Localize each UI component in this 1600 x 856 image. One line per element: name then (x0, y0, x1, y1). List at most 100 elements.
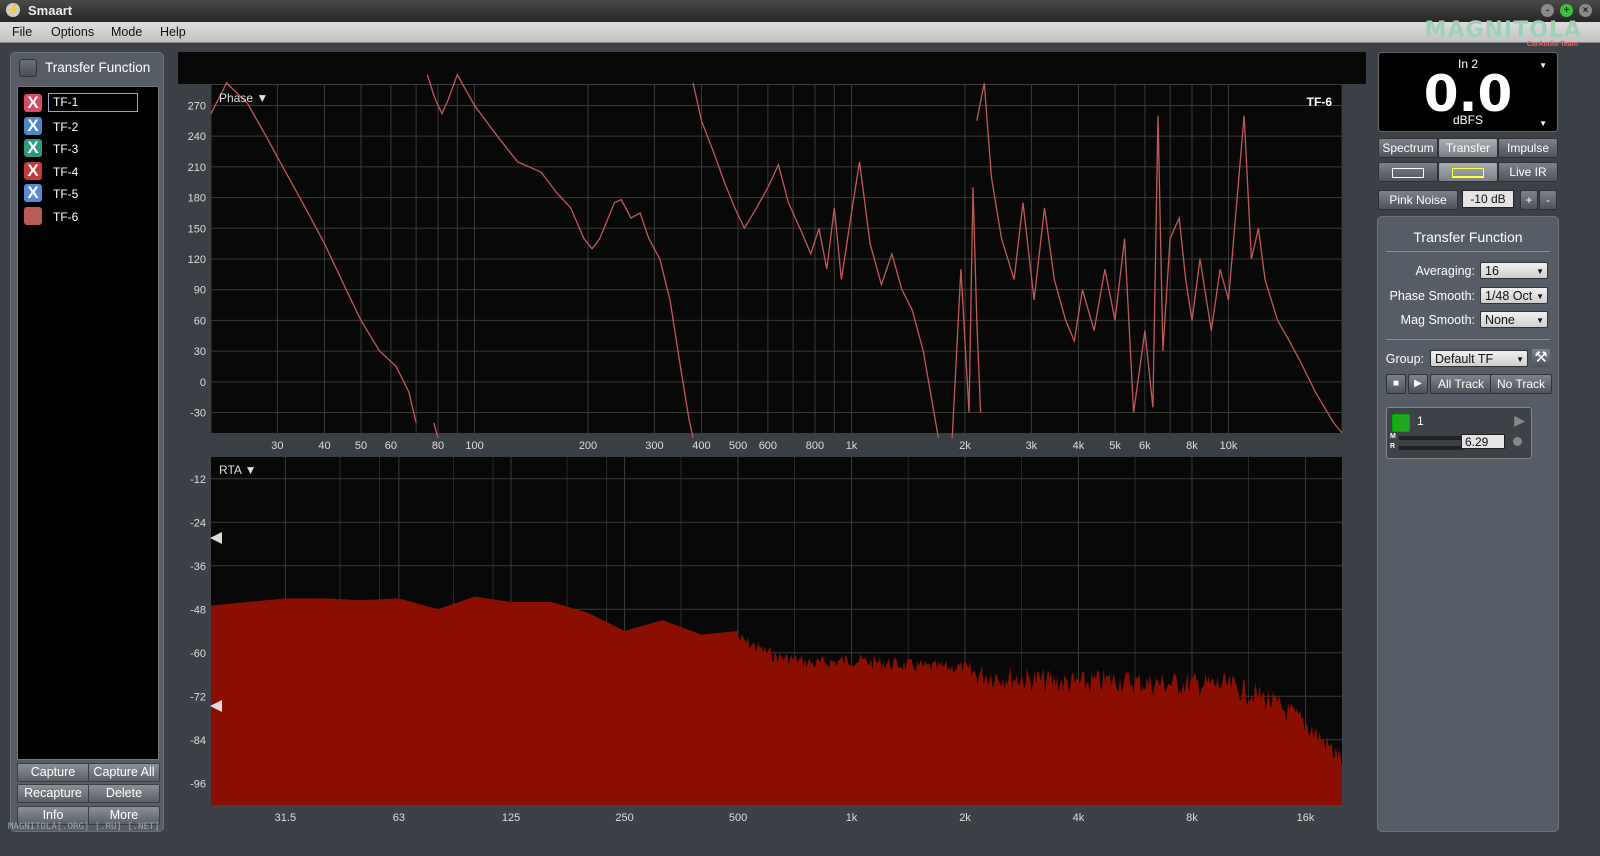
capture-button[interactable]: Capture (17, 763, 89, 782)
rta-x-tick: 31.5 (275, 812, 296, 824)
menu-help[interactable]: Help (160, 25, 186, 39)
tf-item-6[interactable]: TF-6 (24, 207, 154, 227)
tf-item-3[interactable]: X TF-3 (24, 139, 154, 159)
divider (1386, 251, 1550, 252)
tf-toggle-icon[interactable]: X (24, 139, 42, 157)
tf-list: X TF-1 X TF-2 X TF-3 X TF-4 X TF-5 TF-6 (17, 86, 159, 760)
tf-item-label[interactable]: TF-1 (48, 93, 138, 112)
noise-level-down-button[interactable]: - (1539, 190, 1557, 210)
phase-y-tick: 180 (188, 193, 206, 205)
input-meter[interactable]: In 2 0.0 dBFS ▼ ▼ (1378, 52, 1558, 132)
track-meter-m (1399, 436, 1463, 440)
phase-x-tick: 30 (271, 440, 283, 452)
phase-plot-title[interactable]: Phase ▼ (219, 91, 268, 105)
tf-item-2[interactable]: X TF-2 (24, 117, 154, 137)
pink-noise-button[interactable]: Pink Noise (1378, 190, 1458, 210)
phase-y-tick: 0 (200, 377, 206, 389)
rta-plot-title[interactable]: RTA ▼ (219, 463, 256, 477)
tf-item-5[interactable]: X TF-5 (24, 184, 154, 204)
live-ir-button[interactable]: Live IR (1498, 162, 1558, 182)
tools-icon[interactable]: ⚒ (1532, 349, 1550, 367)
track-play-icon[interactable]: ▶ (1514, 412, 1525, 429)
dual-plot-layout-button[interactable] (1438, 162, 1498, 182)
rta-x-tick: 63 (393, 812, 405, 824)
phase-x-tick: 5k (1109, 440, 1121, 452)
track-m-label: M (1390, 433, 1396, 440)
dual-plot-icon (1452, 167, 1484, 178)
watermark-logo-sub: CarAudio Team (1526, 41, 1578, 48)
phase-trace-label: TF-6 (1307, 95, 1333, 109)
averaging-select[interactable]: 16 ▼ (1480, 262, 1548, 279)
plot-area: 270 240 210 180 150 120 90 60 30 0 -30 30 40 50 60 80 1… (176, 52, 1366, 832)
tf-toggle-icon[interactable]: X (24, 162, 42, 180)
tf-item-1[interactable]: X TF-1 (24, 93, 154, 114)
tf-toggle-icon[interactable]: X (24, 184, 42, 202)
transfer-function-panel: Transfer Function X TF-1 X TF-2 X TF-3 X… (10, 52, 164, 832)
phase-x-tick: 3k (1026, 440, 1038, 452)
tf-item-label: TF-5 (53, 187, 79, 201)
phase-x-tick: 400 (692, 440, 710, 452)
track-card[interactable]: 1 ▶ M R 6.29 (1386, 407, 1532, 459)
group-value: Default TF (1435, 352, 1494, 366)
phase-x-tick: 100 (465, 440, 483, 452)
track-delay-field[interactable]: 6.29 (1461, 434, 1505, 449)
phase-x-tick: 6k (1139, 440, 1151, 452)
group-select[interactable]: Default TF ▼ (1430, 350, 1528, 367)
tab-transfer[interactable]: Transfer (1438, 138, 1498, 158)
averaging-label: Averaging: (1415, 264, 1475, 278)
tab-spectrum[interactable]: Spectrum (1378, 138, 1438, 158)
divider (1386, 339, 1550, 340)
track-meter-r (1399, 446, 1463, 450)
meter-unit-dropdown-icon[interactable]: ▼ (1539, 119, 1547, 128)
rta-y-tick: -36 (190, 561, 206, 573)
plots-svg: 2702402101801501209060300-30 30 40 50 60 80 1… (178, 73, 1366, 832)
delete-button[interactable]: Delete (88, 784, 160, 803)
tf-toggle-icon[interactable] (24, 207, 42, 225)
rta-x-tick: 250 (615, 812, 633, 824)
tf-panel-toggle[interactable] (19, 59, 37, 77)
app-title: Smaart (28, 3, 73, 18)
recapture-button[interactable]: Recapture (17, 784, 89, 803)
tf-item-4[interactable]: X TF-4 (24, 162, 154, 182)
menu-options[interactable]: Options (51, 25, 94, 39)
rta-x-tick: 2k (959, 812, 971, 824)
rta-x-tick: 8k (1186, 812, 1198, 824)
tab-impulse[interactable]: Impulse (1498, 138, 1558, 158)
phase-y-tick: 270 (188, 100, 206, 112)
single-plot-layout-button[interactable] (1378, 162, 1438, 182)
phase-y-tick: 210 (188, 162, 206, 174)
phase-x-tick: 800 (806, 440, 824, 452)
minimize-button[interactable]: - (1541, 4, 1554, 17)
play-button[interactable]: ▶ (1408, 374, 1428, 394)
mag-smooth-label: Mag Smooth: (1400, 313, 1475, 327)
maximize-button[interactable]: + (1560, 4, 1573, 17)
rta-y-tick: -72 (190, 691, 206, 703)
watermark-text: MAGNITOLA[.ORG] [.RU] [.NET] (8, 822, 160, 832)
tf-toggle-icon[interactable]: X (24, 94, 42, 112)
menu-bar: File Options Mode Help (0, 22, 1600, 43)
phase-smooth-select[interactable]: 1/48 Oct ▼ (1480, 287, 1548, 304)
phase-y-tick: 90 (194, 285, 206, 297)
menu-mode[interactable]: Mode (111, 25, 142, 39)
meter-channel-dropdown-icon[interactable]: ▼ (1539, 61, 1547, 70)
noise-level-up-button[interactable]: + (1520, 190, 1538, 210)
capture-all-button[interactable]: Capture All (88, 763, 160, 782)
chevron-down-icon: ▼ (1536, 292, 1544, 301)
noise-level-field[interactable]: -10 dB (1462, 190, 1514, 208)
tf-toggle-icon[interactable]: X (24, 117, 42, 135)
rta-y-tick: -96 (190, 778, 206, 790)
rta-x-tick: 500 (729, 812, 747, 824)
no-track-button[interactable]: No Track (1490, 374, 1552, 394)
track-color-swatch[interactable] (1392, 414, 1410, 432)
mag-smooth-select[interactable]: None ▼ (1480, 311, 1548, 328)
all-track-button[interactable]: All Track (1430, 374, 1492, 394)
close-button[interactable]: × (1579, 4, 1592, 17)
stop-button[interactable]: ■ (1386, 374, 1406, 394)
tf-item-label: TF-4 (53, 165, 79, 179)
phase-y-tick: 150 (188, 223, 206, 235)
phase-x-tick: 60 (385, 440, 397, 452)
menu-file[interactable]: File (12, 25, 32, 39)
group-label: Group: (1385, 352, 1424, 366)
mag-smooth-value: None (1485, 313, 1515, 327)
phase-x-tick: 8k (1186, 440, 1198, 452)
